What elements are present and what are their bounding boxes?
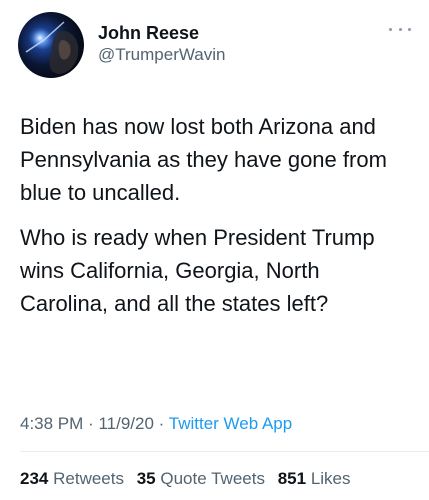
tweet-source-link[interactable]: Twitter Web App: [169, 414, 292, 433]
likes-label: Likes: [310, 469, 351, 488]
likes-stat[interactable]: 851 Likes: [278, 469, 351, 488]
tweet-time[interactable]: 4:38 PM: [20, 414, 83, 433]
user-handle[interactable]: @TrumperWavin: [98, 44, 225, 66]
dot: [389, 27, 392, 31]
quote-tweets-label: Quote Tweets: [160, 469, 265, 488]
avatar-image: [24, 20, 79, 74]
tweet-stats: 234 Retweets 35 Quote Tweets 851 Likes: [20, 468, 359, 490]
author-names: John Reese @TrumperWavin: [98, 22, 225, 66]
tweet-date[interactable]: 11/9/20: [98, 414, 153, 433]
likes-count: 851: [277, 469, 307, 488]
retweets-stat[interactable]: 234 Retweets: [20, 469, 129, 488]
separator: ·: [158, 414, 165, 433]
dot: [398, 27, 402, 31]
display-name[interactable]: John Reese: [98, 22, 225, 44]
retweets-label: Retweets: [53, 469, 124, 488]
tweet-metadata: 4:38 PM · 11/9/20 · Twitter Web App: [20, 413, 292, 435]
avatar[interactable]: [18, 12, 84, 78]
separator: ·: [88, 414, 94, 433]
retweets-count: 234: [20, 469, 49, 488]
more-horizontal-icon[interactable]: [389, 24, 411, 34]
tweet-header: John Reese @TrumperWavin: [18, 12, 413, 82]
tweet-paragraph: Biden has now lost both Arizona and Penn…: [20, 114, 387, 205]
tweet-text: Biden has now lost both Arizona and Penn…: [20, 110, 410, 320]
tweet-paragraph: Who is ready when President Trump wins C…: [20, 225, 375, 316]
tweet-card: John Reese @TrumperWavin Biden has now l…: [0, 0, 429, 500]
divider: [20, 451, 429, 452]
quote-tweets-stat[interactable]: 35 Quote Tweets: [137, 469, 270, 488]
dot: [408, 27, 411, 31]
quote-tweets-count: 35: [136, 469, 156, 488]
